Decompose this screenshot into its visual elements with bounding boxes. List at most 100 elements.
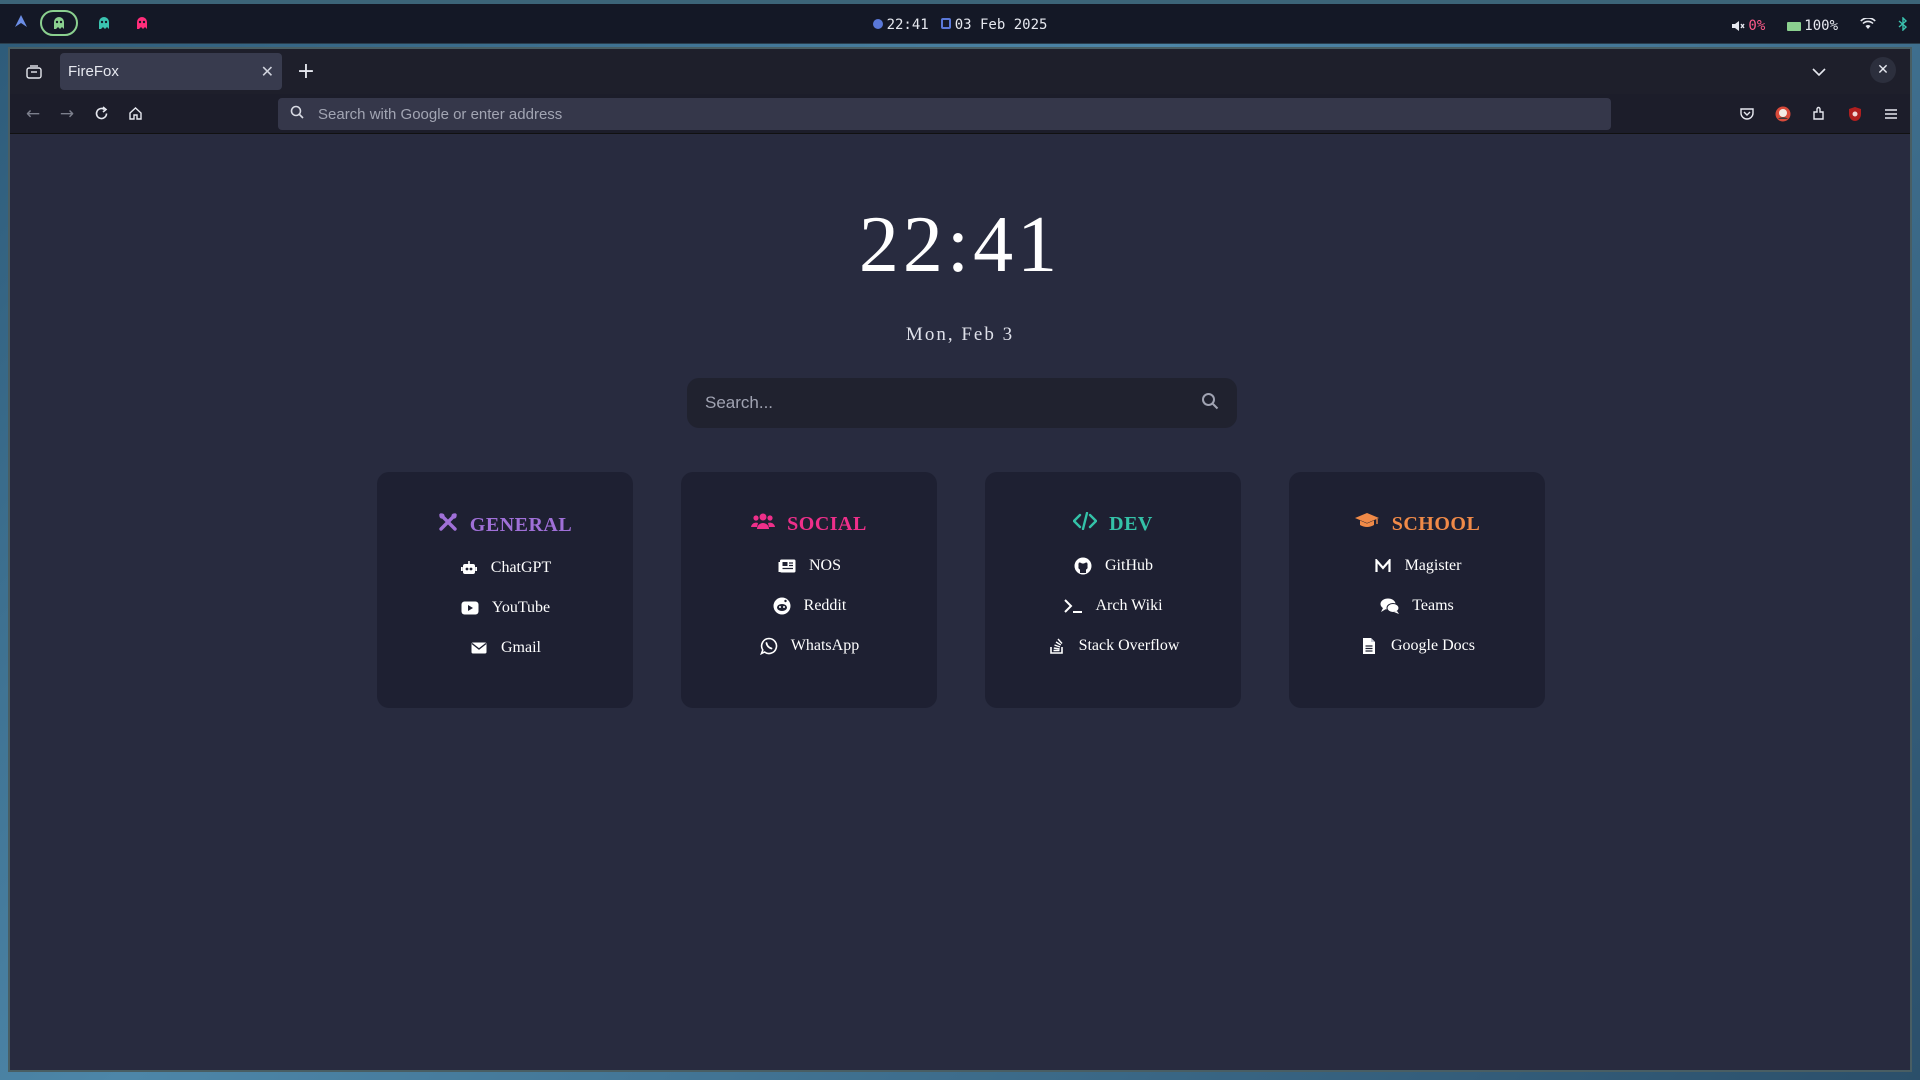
reload-button[interactable] [84, 97, 118, 131]
system-tray: 0% 100% [1731, 16, 1908, 35]
link-reddit[interactable]: Reddit [772, 586, 847, 626]
graduation-cap-icon [1354, 512, 1380, 536]
link-youtube[interactable]: YouTube [460, 588, 550, 628]
robot-icon [459, 558, 479, 578]
card-school: SCHOOL Magister Teams Google Docs [1289, 472, 1545, 708]
navigation-toolbar: ← → Search with Google or enter address [10, 94, 1910, 134]
link-label: WhatsApp [790, 637, 860, 654]
link-github[interactable]: GitHub [1073, 546, 1153, 586]
link-arch-wiki[interactable]: Arch Wiki [1063, 586, 1163, 626]
tab-active[interactable]: FireFox ✕ [60, 53, 282, 90]
back-button[interactable]: ← [16, 97, 50, 131]
page-clock: 22:41 [858, 201, 1062, 289]
reddit-icon [772, 596, 792, 616]
battery-value: 100% [1804, 18, 1838, 34]
wifi-icon[interactable] [1860, 17, 1876, 34]
page-date: Mon, Feb 3 [905, 324, 1015, 345]
link-label: Magister [1404, 557, 1462, 574]
link-gmail[interactable]: Gmail [469, 628, 541, 668]
link-label: GitHub [1105, 557, 1153, 574]
search-icon [290, 105, 304, 123]
link-label: ChatGPT [490, 559, 552, 576]
card-title-general: GENERAL [438, 512, 572, 538]
speaker-muted-icon [1732, 21, 1745, 31]
tools-icon [438, 512, 458, 538]
battery-icon [1787, 21, 1802, 31]
document-icon [1359, 636, 1379, 656]
stackoverflow-icon [1047, 636, 1067, 656]
home-icon [128, 107, 142, 120]
card-title-school: SCHOOL [1354, 512, 1481, 536]
tab-overview-button[interactable] [16, 54, 52, 90]
home-button[interactable] [118, 97, 152, 131]
link-label: Reddit [803, 597, 847, 614]
system-time: 22:41 [886, 17, 929, 33]
bluetooth-icon[interactable] [1898, 16, 1908, 35]
new-tab-button[interactable]: + [294, 59, 318, 84]
card-general: GENERAL ChatGPT YouTube Gmail [377, 472, 633, 708]
code-icon [1072, 511, 1098, 536]
startpage: 22:41 Mon, Feb 3 Search... GENERAL ChatG… [10, 134, 1910, 1070]
comments-icon [1380, 596, 1400, 616]
link-label: NOS [808, 557, 841, 574]
clock-icon [872, 19, 883, 29]
reload-icon [95, 106, 107, 120]
system-clock[interactable]: 22:41 03 Feb 2025 [0, 17, 1920, 33]
card-social: SOCIAL NOS Reddit WhatsApp [681, 472, 937, 708]
startpage-search-input[interactable]: Search... [687, 378, 1237, 428]
link-label: Teams [1412, 597, 1454, 614]
link-label: YouTube [491, 599, 551, 616]
tab-title: FireFox [68, 63, 119, 80]
volume-value: 0% [1748, 18, 1766, 34]
battery-indicator[interactable]: 100% [1787, 18, 1838, 34]
link-label: Stack Overflow [1078, 637, 1180, 654]
menu-hamburger-icon[interactable] [1882, 97, 1900, 131]
link-label: Arch Wiki [1095, 597, 1163, 614]
link-magister[interactable]: Magister [1373, 546, 1462, 586]
pocket-icon[interactable] [1738, 97, 1756, 131]
youtube-icon [460, 598, 480, 618]
link-label: Gmail [501, 639, 541, 656]
extensions-icon[interactable] [1810, 97, 1828, 131]
tab-close-icon[interactable]: ✕ [261, 62, 274, 82]
system-date: 03 Feb 2025 [954, 17, 1048, 33]
close-window-button[interactable]: ✕ [1870, 57, 1896, 83]
newspaper-icon [777, 556, 797, 576]
card-title-text: GENERAL [469, 513, 573, 536]
link-nos[interactable]: NOS [777, 546, 841, 586]
card-title-dev: DEV [1072, 511, 1153, 536]
link-teams[interactable]: Teams [1380, 586, 1454, 626]
system-bar: 22:41 03 Feb 2025 0% 100% [0, 0, 1920, 44]
card-title-social: SOCIAL [751, 512, 867, 536]
link-label: Google Docs [1391, 637, 1475, 654]
whatsapp-icon [759, 636, 779, 656]
users-icon [751, 512, 776, 536]
toolbar-actions [1738, 97, 1900, 131]
card-title-text: DEV [1109, 512, 1153, 535]
m-icon [1373, 556, 1393, 576]
link-whatsapp[interactable]: WhatsApp [759, 626, 859, 666]
link-stack-overflow[interactable]: Stack Overflow [1047, 626, 1180, 666]
card-dev: DEV GitHub Arch Wiki Stack Overflow [985, 472, 1241, 708]
envelope-icon [469, 638, 489, 658]
tabs-icon [26, 64, 42, 79]
calendar-icon [940, 18, 951, 29]
search-placeholder: Search... [705, 393, 774, 412]
search-icon[interactable] [1201, 392, 1219, 415]
account-avatar-icon[interactable] [1774, 97, 1792, 131]
volume-indicator[interactable]: 0% [1731, 18, 1765, 34]
card-title-text: SOCIAL [787, 512, 867, 535]
address-bar[interactable]: Search with Google or enter address [278, 98, 1611, 130]
terminal-icon [1063, 596, 1083, 616]
address-placeholder: Search with Google or enter address [318, 105, 563, 123]
bookmark-cards: GENERAL ChatGPT YouTube Gmail SOCIAL NOS… [377, 472, 1545, 708]
github-icon [1073, 556, 1093, 576]
chevron-down-icon [1812, 68, 1826, 77]
link-google-docs[interactable]: Google Docs [1359, 626, 1475, 666]
link-chatgpt[interactable]: ChatGPT [459, 548, 551, 588]
tab-bar: FireFox ✕ + ✕ [10, 49, 1910, 94]
list-all-tabs-button[interactable] [1812, 61, 1826, 80]
ublock-origin-icon[interactable] [1846, 97, 1864, 131]
browser-window: FireFox ✕ + ✕ ← → Search with Google or … [8, 47, 1912, 1072]
forward-button[interactable]: → [50, 97, 84, 131]
